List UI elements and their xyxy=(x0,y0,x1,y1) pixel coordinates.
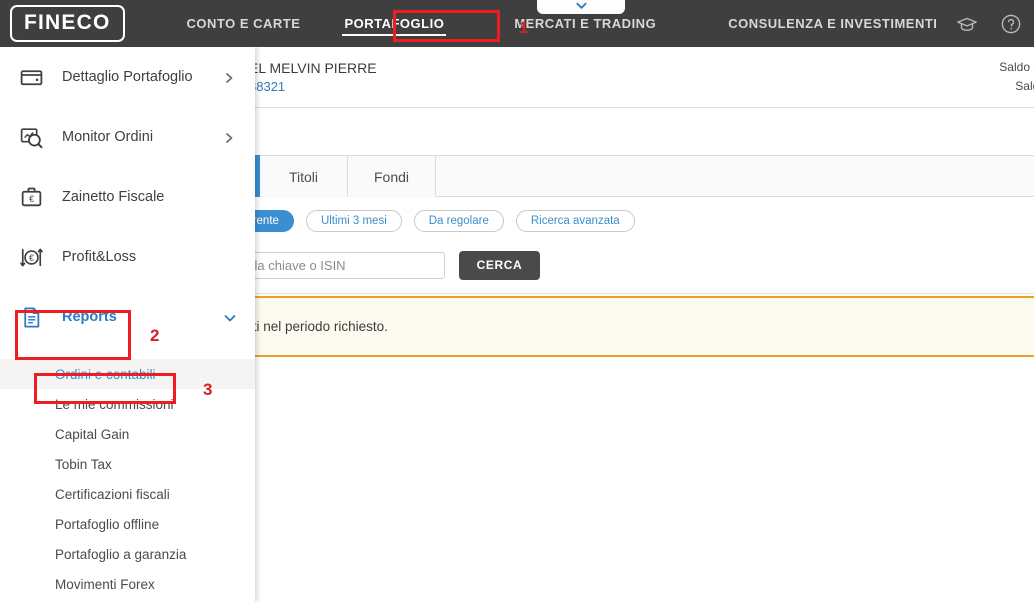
order-monitor-icon xyxy=(18,124,45,151)
annotation-number-3: 3 xyxy=(203,380,213,399)
chevron-right-icon xyxy=(223,71,235,83)
submenu-item-portafoglio-a-garanzia[interactable]: Portafoglio a garanzia xyxy=(0,539,255,569)
tab-strip-filler xyxy=(436,155,1034,196)
nav-item-portafoglio[interactable]: PORTAFOGLIO xyxy=(330,0,458,47)
filter-pill-da-regolare[interactable]: Da regolare xyxy=(413,210,504,232)
chevron-down-icon xyxy=(223,311,236,323)
tab-titoli[interactable]: Titoli xyxy=(260,155,348,197)
submenu-item-certificazioni-fiscali[interactable]: Certificazioni fiscali xyxy=(0,479,255,509)
sidebar-item-zainetto-fiscale[interactable]: € Zainetto Fiscale xyxy=(0,167,255,227)
chevron-right-icon xyxy=(223,131,235,143)
svg-text:€: € xyxy=(29,252,34,262)
account-name: EL MELVIN PIERRE xyxy=(249,60,377,76)
submenu-item-le-mie-commissioni[interactable]: Le mie commissioni xyxy=(0,389,255,419)
search-button[interactable]: CERCA xyxy=(459,250,540,280)
sidebar-item-label: Dettaglio Portafoglio xyxy=(62,69,193,85)
svg-text:€: € xyxy=(29,193,34,203)
briefcase-euro-icon: € xyxy=(18,184,45,211)
reports-submenu: Ordini e contabili Le mie commissioni Ca… xyxy=(0,347,255,599)
nav-dropdown-tab[interactable] xyxy=(537,0,625,14)
fineco-logo: FINECO xyxy=(10,5,125,42)
sidebar-item-monitor-ordini[interactable]: Monitor Ordini xyxy=(0,107,255,167)
submenu-item-tobin-tax[interactable]: Tobin Tax xyxy=(0,449,255,479)
nav-item-consulenza-e-investimenti[interactable]: CONSULENZA E INVESTIMENTI xyxy=(714,0,951,47)
wallet-icon xyxy=(18,64,45,91)
annotation-number-2: 2 xyxy=(150,326,160,345)
balance-label-primary: Saldo d xyxy=(999,60,1034,74)
nav-item-conto-e-carte[interactable]: CONTO E CARTE xyxy=(173,0,315,47)
chevron-down-icon xyxy=(575,2,587,9)
nav-right-icons xyxy=(956,0,1022,47)
submenu-item-movimenti-forex[interactable]: Movimenti Forex xyxy=(0,569,255,599)
filter-pill-ultimi-3-mesi[interactable]: Ultimi 3 mesi xyxy=(305,210,402,232)
sidebar-item-label: Reports xyxy=(62,309,117,325)
document-icon xyxy=(18,304,45,331)
sidebar-item-label: Profit&Loss xyxy=(62,249,137,265)
annotation-number-1: 1 xyxy=(519,18,529,37)
sidebar: Dettaglio Portafoglio Monitor Ordini € Z… xyxy=(0,47,255,602)
graduation-cap-icon[interactable] xyxy=(956,13,978,35)
sidebar-item-profit-loss[interactable]: € Profit&Loss xyxy=(0,227,255,287)
sidebar-item-label: Monitor Ordini xyxy=(62,129,154,145)
submenu-item-portafoglio-offline[interactable]: Portafoglio offline xyxy=(0,509,255,539)
tab-fondi[interactable]: Fondi xyxy=(348,155,436,197)
submenu-spacer xyxy=(0,347,255,359)
sidebar-item-reports[interactable]: Reports xyxy=(0,287,255,347)
submenu-item-capital-gain[interactable]: Capital Gain xyxy=(0,419,255,449)
sidebar-item-dettaglio-portafoglio[interactable]: Dettaglio Portafoglio xyxy=(0,47,255,107)
help-circle-icon[interactable] xyxy=(1000,13,1022,35)
sidebar-item-label: Zainetto Fiscale xyxy=(62,189,165,205)
profit-loss-icon: € xyxy=(18,244,45,271)
submenu-item-ordini-e-contabili[interactable]: Ordini e contabili xyxy=(0,359,255,389)
filter-pill-ricerca-avanzata[interactable]: Ricerca avanzata xyxy=(515,210,635,232)
balance-label-secondary: Saldo xyxy=(1015,79,1034,93)
top-navigation-bar: FINECO CONTO E CARTE PORTAFOGLIO MERCATI… xyxy=(0,0,1034,47)
